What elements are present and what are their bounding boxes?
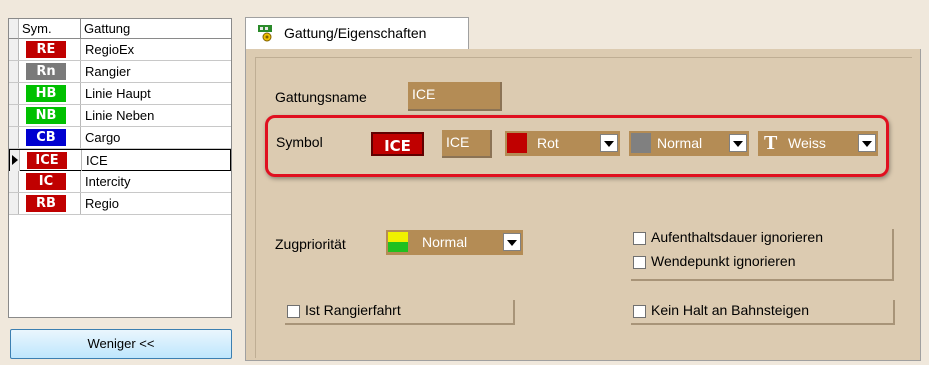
priority-swatch-icon	[388, 232, 408, 252]
symbol-preview: ICE	[371, 132, 424, 156]
group-border-right	[892, 229, 894, 281]
current-row-arrow-icon	[12, 155, 18, 165]
text-t-icon: T	[764, 132, 778, 154]
sym-cell[interactable]: IC	[19, 171, 81, 192]
row-indicator[interactable]	[9, 105, 19, 126]
sym-cell[interactable]: Rn	[19, 61, 81, 82]
tab-gattung-eigenschaften[interactable]: Gattung/Eigenschaften	[245, 17, 469, 50]
rangierfahrt-checkbox[interactable]	[287, 305, 300, 318]
symbol-text-input[interactable]: ICE	[442, 130, 492, 158]
symbol-badge: CB	[26, 129, 66, 146]
gattung-name[interactable]: ICE	[86, 150, 108, 171]
wendepunkt-checkbox[interactable]	[633, 256, 646, 269]
sym-cell[interactable]: RE	[19, 39, 81, 60]
symbol-badge: IC	[26, 173, 66, 190]
table-row[interactable]: CB Cargo	[9, 127, 231, 149]
wendepunkt-label[interactable]: Wendepunkt ignorieren	[651, 253, 796, 269]
gattung-name[interactable]: RegioEx	[85, 39, 134, 60]
train-settings-icon	[258, 25, 272, 42]
sym-cell[interactable]: ICE	[20, 150, 82, 171]
tab-label: Gattung/Eigenschaften	[284, 25, 427, 41]
gattung-name[interactable]: Regio	[85, 193, 119, 214]
row-indicator[interactable]	[9, 83, 19, 104]
row-indicator[interactable]	[10, 150, 20, 171]
style-select-value: Normal	[657, 135, 703, 151]
chevron-down-icon[interactable]	[503, 233, 521, 251]
gattung-name[interactable]: Rangier	[85, 61, 131, 82]
text-color-select[interactable]: T Weiss	[758, 131, 878, 156]
row-indicator[interactable]	[9, 171, 19, 192]
weniger-button[interactable]: Weniger <<	[10, 329, 232, 359]
column-header-gattung[interactable]: Gattung	[81, 19, 231, 39]
kein-halt-checkbox[interactable]	[633, 305, 646, 318]
sym-cell[interactable]: HB	[19, 83, 81, 104]
table-row[interactable]: IC Intercity	[9, 171, 231, 193]
sym-cell[interactable]: NB	[19, 105, 81, 126]
sym-cell[interactable]: CB	[19, 127, 81, 148]
symbol-badge: ICE	[27, 152, 67, 169]
red-swatch-icon	[507, 133, 527, 153]
table-row[interactable]: ICE ICE	[9, 149, 231, 171]
aufenthaltsdauer-label[interactable]: Aufenthaltsdauer ignorieren	[651, 229, 823, 245]
kein-halt-border-right	[893, 300, 895, 325]
kein-halt-label[interactable]: Kein Halt an Bahnsteigen	[651, 302, 809, 318]
table-row[interactable]: HB Linie Haupt	[9, 83, 231, 105]
chevron-down-icon[interactable]	[729, 134, 747, 152]
zugprioritaet-label: Zugpriorität	[275, 236, 346, 252]
chevron-down-icon[interactable]	[600, 134, 618, 152]
table-row[interactable]: Rn Rangier	[9, 61, 231, 83]
gattung-name[interactable]: Linie Neben	[85, 105, 154, 126]
row-indicator[interactable]	[9, 61, 19, 82]
style-select[interactable]: Normal	[629, 131, 749, 156]
zugprioritaet-select[interactable]: Normal	[386, 230, 523, 255]
grey-swatch-icon	[631, 133, 651, 153]
gattung-name[interactable]: Cargo	[85, 127, 120, 148]
gattung-name[interactable]: Linie Haupt	[85, 83, 151, 104]
group-border-bottom	[631, 279, 894, 281]
gattungsname-label: Gattungsname	[275, 89, 367, 105]
color-select[interactable]: Rot	[505, 131, 620, 156]
rangierfahrt-label[interactable]: Ist Rangierfahrt	[305, 302, 401, 318]
gattungsname-input[interactable]: ICE	[408, 82, 502, 111]
zugprioritaet-value: Normal	[422, 234, 468, 250]
kein-halt-border-bottom	[631, 323, 895, 325]
symbol-badge: Rn	[26, 63, 66, 80]
symbol-badge: HB	[26, 85, 66, 102]
symbol-badge: RE	[26, 41, 66, 58]
gattung-table[interactable]: Sym. Gattung RE RegioEx Rn Rangier HB Linie H…	[8, 18, 232, 318]
row-indicator[interactable]	[9, 127, 19, 148]
rangier-border-right	[513, 300, 515, 325]
symbol-label: Symbol	[276, 134, 323, 150]
sym-cell[interactable]: RB	[19, 193, 81, 214]
text-color-select-value: Weiss	[788, 135, 826, 151]
row-indicator[interactable]	[9, 39, 19, 60]
row-indicator[interactable]	[9, 193, 19, 214]
gattung-name[interactable]: Intercity	[85, 171, 131, 192]
table-row[interactable]: NB Linie Neben	[9, 105, 231, 127]
header-corner	[9, 19, 19, 39]
column-header-sym[interactable]: Sym.	[19, 19, 81, 39]
table-row[interactable]: RE RegioEx	[9, 39, 231, 61]
color-select-value: Rot	[537, 135, 559, 151]
rangier-border-bottom	[285, 323, 515, 325]
table-row[interactable]: RB Regio	[9, 193, 231, 215]
chevron-down-icon[interactable]	[858, 134, 876, 152]
aufenthaltsdauer-checkbox[interactable]	[633, 232, 646, 245]
symbol-badge: NB	[26, 107, 66, 124]
symbol-badge: RB	[26, 195, 66, 212]
